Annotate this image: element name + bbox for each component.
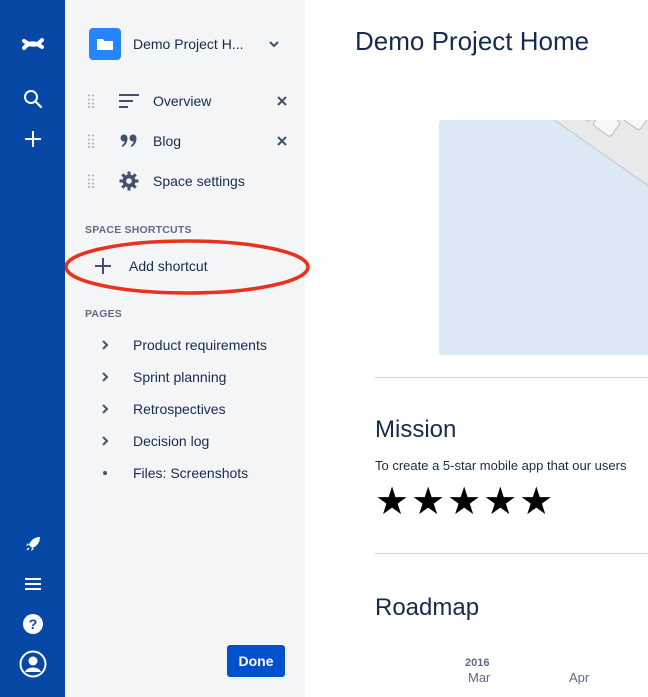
page-tree-item[interactable]: Sprint planning (97, 363, 287, 391)
chevron-right-icon[interactable] (97, 401, 113, 417)
page-label: Sprint planning (133, 369, 227, 385)
space-sidebar: Demo Project H... Overview Blog Space se… (65, 0, 310, 697)
star-rating: ★★★★★ (375, 481, 556, 523)
sidebar-item-label: Overview (153, 93, 212, 109)
close-icon[interactable] (274, 93, 290, 109)
chevron-down-icon[interactable] (269, 40, 279, 48)
sidebar-item-label: Blog (153, 133, 182, 149)
page-content: Demo Project Home tab Mission To create … (305, 0, 648, 697)
section-divider (375, 377, 648, 378)
page-title: Demo Project Home (355, 26, 590, 56)
drag-handle-icon[interactable] (85, 93, 97, 109)
page-label: Retrospectives (133, 401, 226, 417)
folder-icon (89, 28, 121, 60)
hamburger-menu-icon[interactable] (0, 564, 65, 604)
chevron-right-icon[interactable] (97, 369, 113, 385)
search-icon[interactable] (0, 79, 65, 119)
chevron-right-icon[interactable] (97, 337, 113, 353)
close-icon[interactable] (274, 133, 290, 149)
drag-handle-icon[interactable] (85, 133, 97, 149)
svg-text:?: ? (28, 616, 37, 632)
page-label: Product requirements (133, 337, 267, 353)
confluence-logo-icon[interactable] (0, 24, 65, 64)
page-tree-item[interactable]: Decision log (97, 427, 287, 455)
page-tree-item[interactable]: Product requirements (97, 331, 287, 359)
user-avatar-icon[interactable] (0, 644, 65, 684)
quote-icon (117, 129, 141, 153)
page-tree-item[interactable]: Files: Screenshots (97, 459, 287, 487)
sidebar-item-overview[interactable]: Overview (85, 83, 290, 119)
sidebar-item-space-settings[interactable]: Space settings (85, 163, 290, 199)
global-navigation: ? (0, 0, 65, 697)
help-icon[interactable]: ? (0, 604, 65, 644)
mission-text: To create a 5-star mobile app that our u… (375, 458, 627, 473)
add-shortcut-label: Add shortcut (129, 258, 208, 274)
sidebar-item-label: Space settings (153, 173, 245, 189)
add-shortcut-button[interactable]: Add shortcut (93, 252, 253, 280)
sidebar-item-blog[interactable]: Blog (85, 123, 290, 159)
roadmap-month: Mar (468, 670, 491, 685)
page-tree-item[interactable]: Retrospectives (97, 395, 287, 423)
chevron-right-icon[interactable] (97, 433, 113, 449)
roadmap-year: 2016 (465, 657, 490, 669)
page-label: Decision log (133, 433, 210, 449)
bullet-icon (97, 465, 113, 481)
plus-icon (95, 258, 111, 274)
gear-icon (117, 169, 141, 193)
space-title: Demo Project H... (133, 36, 244, 52)
section-divider (375, 553, 648, 554)
page-label: Files: Screenshots (133, 465, 249, 481)
rocket-icon[interactable] (0, 524, 65, 564)
hero-image: tab (439, 120, 648, 355)
space-shortcuts-heading: SPACE SHORTCUTS (85, 224, 192, 236)
lines-icon (117, 89, 141, 113)
space-switcher[interactable]: Demo Project H... (89, 28, 289, 60)
roadmap-heading: Roadmap (375, 594, 480, 621)
pages-heading: PAGES (85, 308, 122, 320)
create-plus-icon[interactable] (0, 119, 65, 159)
drag-handle-icon[interactable] (85, 173, 97, 189)
mission-heading: Mission (375, 416, 457, 443)
keyboard-image: tab (545, 120, 648, 224)
done-button[interactable]: Done (227, 645, 285, 677)
roadmap-month: Apr (569, 670, 590, 685)
